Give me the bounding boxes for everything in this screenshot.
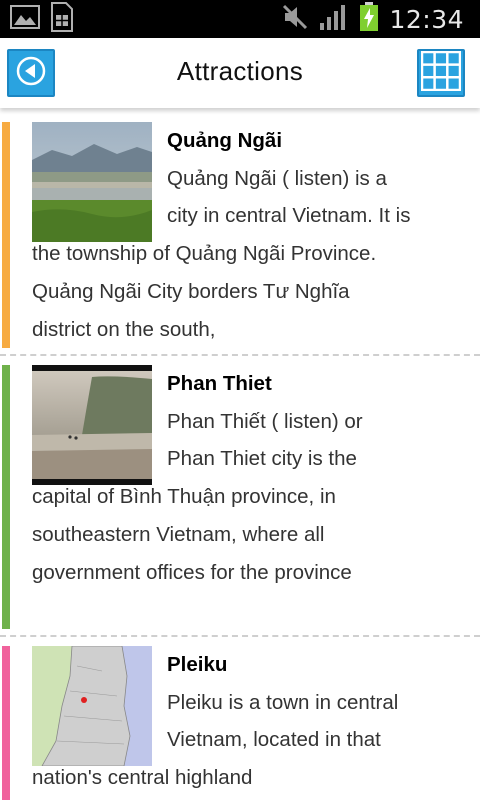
gallery-icon: [10, 5, 40, 33]
category-stripe: [2, 122, 10, 348]
list-item[interactable]: Quảng Ngãi Quảng Ngãi ( listen) is a cit…: [0, 122, 480, 352]
attractions-list[interactable]: Quảng Ngãi Quảng Ngãi ( listen) is a cit…: [0, 108, 480, 800]
sim-card-icon: [50, 2, 74, 36]
list-item[interactable]: Phan Thiet Phan Thiết ( listen) or Phan …: [0, 365, 480, 635]
divider: [0, 635, 480, 637]
battery-charging-icon: [359, 2, 379, 36]
attraction-text: Quảng Ngãi Quảng Ngãi ( listen) is a cit…: [32, 122, 412, 348]
status-bar: 12:34: [0, 0, 480, 38]
action-bar: Attractions: [0, 38, 480, 108]
divider: [0, 354, 480, 356]
grid-icon: [420, 50, 462, 95]
status-clock: 12:34: [389, 4, 464, 34]
attraction-text: Pleiku Pleiku is a town in central Vietn…: [32, 646, 412, 797]
list-item[interactable]: Pleiku Pleiku is a town in central Vietn…: [0, 646, 480, 800]
attraction-text: Phan Thiet Phan Thiết ( listen) or Phan …: [32, 365, 412, 591]
category-stripe: [2, 646, 10, 800]
muted-speaker-icon: [281, 3, 309, 35]
signal-icon: [319, 3, 349, 35]
grid-view-button[interactable]: [417, 49, 465, 97]
page-title: Attractions: [176, 56, 304, 86]
category-stripe: [2, 365, 10, 629]
